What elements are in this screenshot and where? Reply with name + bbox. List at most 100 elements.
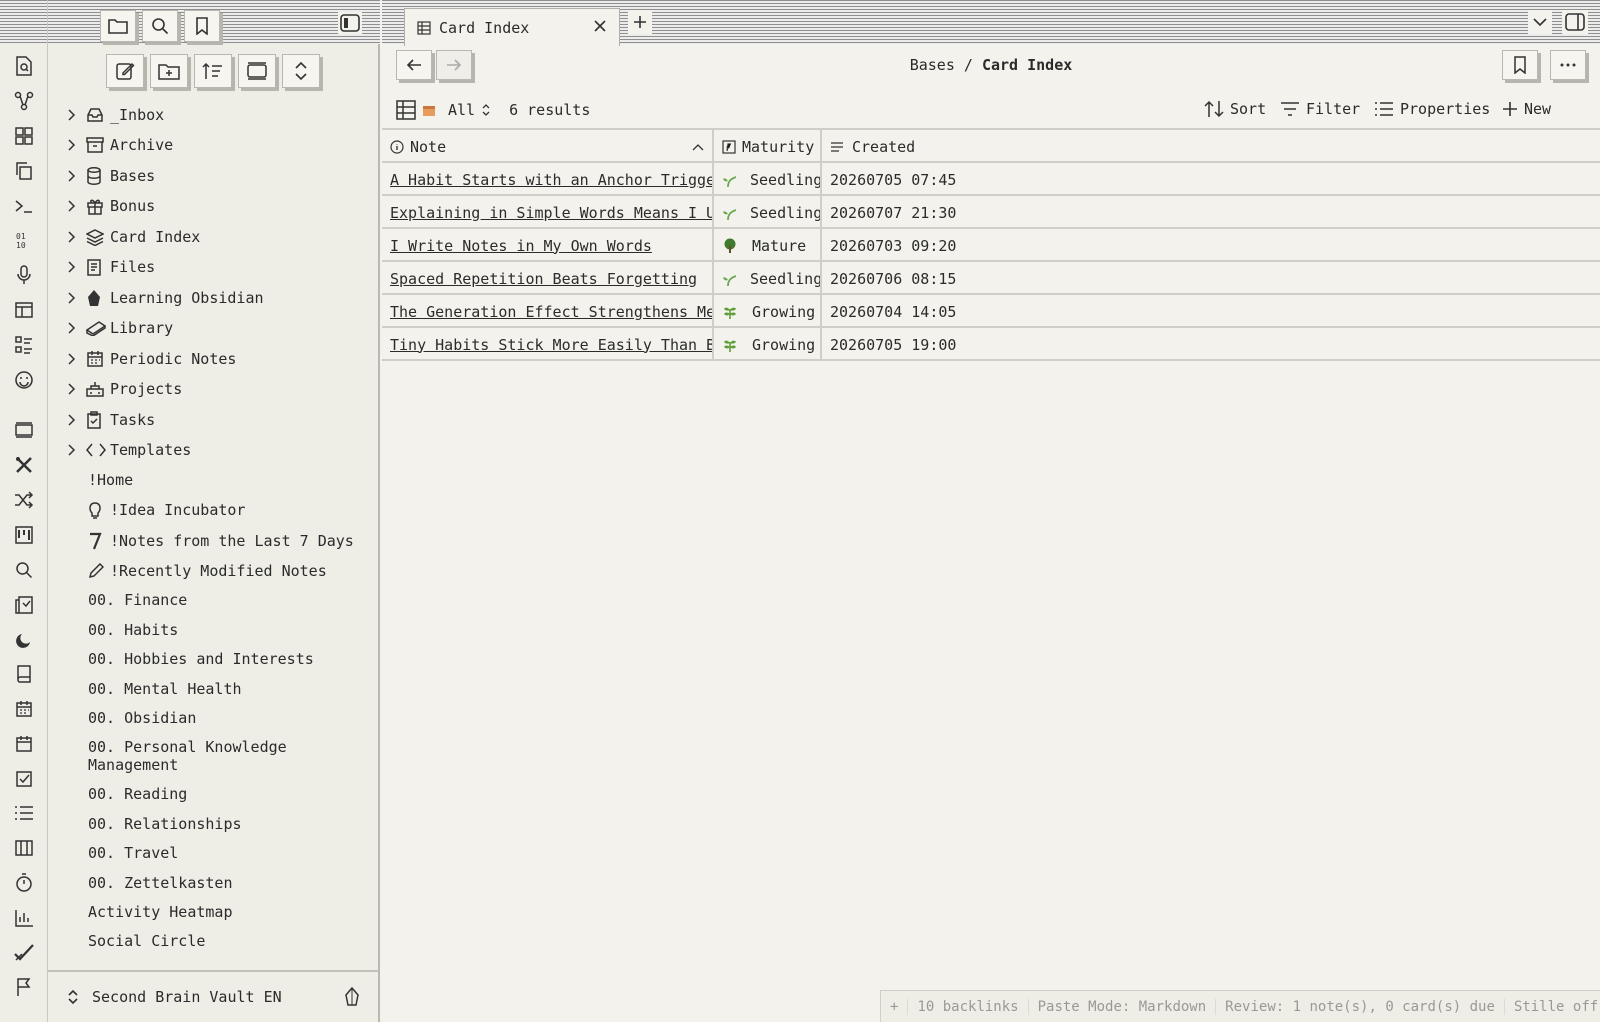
note-cell[interactable]: Tiny Habits Stick More Easily Than Big O… <box>382 328 714 361</box>
table-row[interactable]: Spaced Repetition Beats Forgetting Seedli… <box>382 262 1600 295</box>
flashcards-icon[interactable] <box>12 593 36 617</box>
table-row[interactable]: I Write Notes in My Own Words Mature 20260… <box>382 229 1600 262</box>
created-cell[interactable]: 20260707 21:30 <box>822 196 1600 229</box>
layout-icon[interactable] <box>12 298 36 322</box>
folder-item[interactable]: Bases <box>66 162 155 190</box>
bookmarks-view-button[interactable] <box>184 10 220 42</box>
breadcrumb-parent[interactable]: Bases <box>910 56 955 74</box>
tools-icon[interactable] <box>12 453 36 477</box>
column-header-note[interactable]: Note <box>382 130 714 163</box>
file-search-icon[interactable] <box>12 54 36 78</box>
list-icon[interactable] <box>12 801 36 825</box>
file-item[interactable]: 00. Relationships <box>88 815 242 833</box>
sort-order-button[interactable] <box>194 54 232 88</box>
maturity-cell[interactable]: Seedling <box>714 163 822 196</box>
new-folder-button[interactable] <box>150 54 188 88</box>
dashboard-icon[interactable] <box>12 124 36 148</box>
copy-icon[interactable] <box>12 159 36 183</box>
file-item[interactable]: 00. Finance <box>88 591 187 609</box>
created-cell[interactable]: 20260706 08:15 <box>822 262 1600 295</box>
stille-status[interactable]: Stille off <box>1503 998 1600 1015</box>
folder-item[interactable]: Templates <box>66 436 191 464</box>
created-cell[interactable]: 20260704 14:05 <box>822 295 1600 328</box>
properties-button[interactable]: Properties <box>1374 100 1490 118</box>
folder-item[interactable]: Card Index <box>66 223 200 251</box>
note-link[interactable]: Spaced Repetition Beats Forgetting <box>390 270 697 288</box>
file-item[interactable]: 00. Zettelkasten <box>88 874 233 892</box>
note-cell[interactable]: A Habit Starts with an Anchor Trigger <box>382 163 714 196</box>
search-view-button[interactable] <box>142 10 178 42</box>
sort-ascending-icon[interactable] <box>692 143 704 151</box>
number-list-icon[interactable]: 01 10 <box>12 228 36 252</box>
maturity-cell[interactable]: Mature <box>714 229 822 262</box>
note-link[interactable]: Tiny Habits Stick More Easily Than Big O… <box>390 336 712 354</box>
file-item[interactable]: Social Circle <box>88 932 205 950</box>
files-view-button[interactable] <box>100 10 136 42</box>
backlinks-count[interactable]: 10 backlinks <box>907 998 1027 1015</box>
new-entry-button[interactable]: New <box>1502 100 1551 118</box>
add-icon[interactable]: + <box>881 999 907 1015</box>
auto-reveal-button[interactable] <box>238 54 276 88</box>
maturity-cell[interactable]: Seedling <box>714 196 822 229</box>
file-item[interactable]: !Recently Modified Notes <box>88 562 327 580</box>
brush-check-icon[interactable] <box>12 940 36 964</box>
maturity-cell[interactable]: Seedling <box>714 262 822 295</box>
checkbox-icon[interactable] <box>12 767 36 791</box>
tab-list-button[interactable] <box>1528 10 1552 34</box>
paste-mode[interactable]: Paste Mode: Markdown <box>1027 998 1216 1015</box>
breadcrumb-current[interactable]: Card Index <box>982 56 1072 74</box>
bookmark-button[interactable] <box>1502 50 1538 80</box>
note-cell[interactable]: The Generation Effect Strengthens Memory <box>382 295 714 328</box>
note-link[interactable]: I Write Notes in My Own Words <box>390 237 652 255</box>
bar-chart-icon[interactable] <box>12 906 36 930</box>
sort-button[interactable]: Sort <box>1204 100 1266 118</box>
file-item[interactable]: 00. Obsidian <box>88 709 196 727</box>
file-item[interactable]: 00. Travel <box>88 844 178 862</box>
folder-item[interactable]: Files <box>66 253 155 281</box>
column-header-maturity[interactable]: Maturity <box>714 130 822 163</box>
file-item[interactable]: 00. Mental Health <box>88 680 242 698</box>
folder-item[interactable]: Learning Obsidian <box>66 284 264 312</box>
note-link[interactable]: Explaining in Simple Words Means I Under… <box>390 204 712 222</box>
maturity-cell[interactable]: Growing <box>714 295 822 328</box>
folder-item[interactable]: Bonus <box>66 192 155 220</box>
maturity-cell[interactable]: Growing <box>714 328 822 361</box>
column-header-created[interactable]: Created <box>822 130 1600 163</box>
note-cell[interactable]: Explaining in Simple Words Means I Under… <box>382 196 714 229</box>
vault-switcher[interactable]: Second Brain Vault EN <box>48 970 378 1022</box>
note-cell[interactable]: I Write Notes in My Own Words <box>382 229 714 262</box>
note-cell[interactable]: Spaced Repetition Beats Forgetting <box>382 262 714 295</box>
filter-button[interactable]: Filter <box>1280 100 1360 118</box>
table-row[interactable]: Tiny Habits Stick More Easily Than Big O… <box>382 328 1600 361</box>
file-item[interactable]: !Idea Incubator <box>88 501 245 519</box>
right-sidebar-toggle[interactable] <box>1562 10 1588 34</box>
note-link[interactable]: A Habit Starts with an Anchor Trigger <box>390 171 712 189</box>
collapse-sidebar-button[interactable] <box>338 12 362 34</box>
view-selector[interactable]: All 6 results <box>396 100 590 120</box>
file-item[interactable]: !Home <box>88 471 133 489</box>
created-cell[interactable]: 20260703 09:20 <box>822 229 1600 262</box>
timer-icon[interactable] <box>12 871 36 895</box>
new-note-button[interactable] <box>106 54 144 88</box>
folder-item[interactable]: Periodic Notes <box>66 345 236 373</box>
table-row[interactable]: A Habit Starts with an Anchor Trigger See… <box>382 163 1600 196</box>
new-tab-button[interactable] <box>628 10 652 34</box>
shuffle-icon[interactable] <box>12 488 36 512</box>
file-item[interactable]: 00. Reading <box>88 785 187 803</box>
file-item[interactable]: 00. Hobbies and Interests <box>88 650 314 668</box>
file-item[interactable]: 00. Personal Knowledge Management <box>88 738 378 774</box>
graph-icon[interactable] <box>12 89 36 113</box>
folder-item[interactable]: Archive <box>66 131 173 159</box>
obsidian-help-icon[interactable] <box>344 987 360 1007</box>
folder-item[interactable]: Library <box>66 314 173 342</box>
checklist-icon[interactable] <box>12 333 36 357</box>
columns-icon[interactable] <box>12 836 36 860</box>
folder-item[interactable]: Projects <box>66 375 182 403</box>
created-cell[interactable]: 20260705 07:45 <box>822 163 1600 196</box>
slides-icon[interactable] <box>12 418 36 442</box>
tab-card-index[interactable]: Card Index <box>404 8 620 46</box>
review-status[interactable]: Review: 1 note(s), 0 card(s) due <box>1215 998 1504 1015</box>
book-icon[interactable] <box>12 662 36 686</box>
note-link[interactable]: The Generation Effect Strengthens Memory <box>390 303 712 321</box>
table-row[interactable]: The Generation Effect Strengthens Memory… <box>382 295 1600 328</box>
